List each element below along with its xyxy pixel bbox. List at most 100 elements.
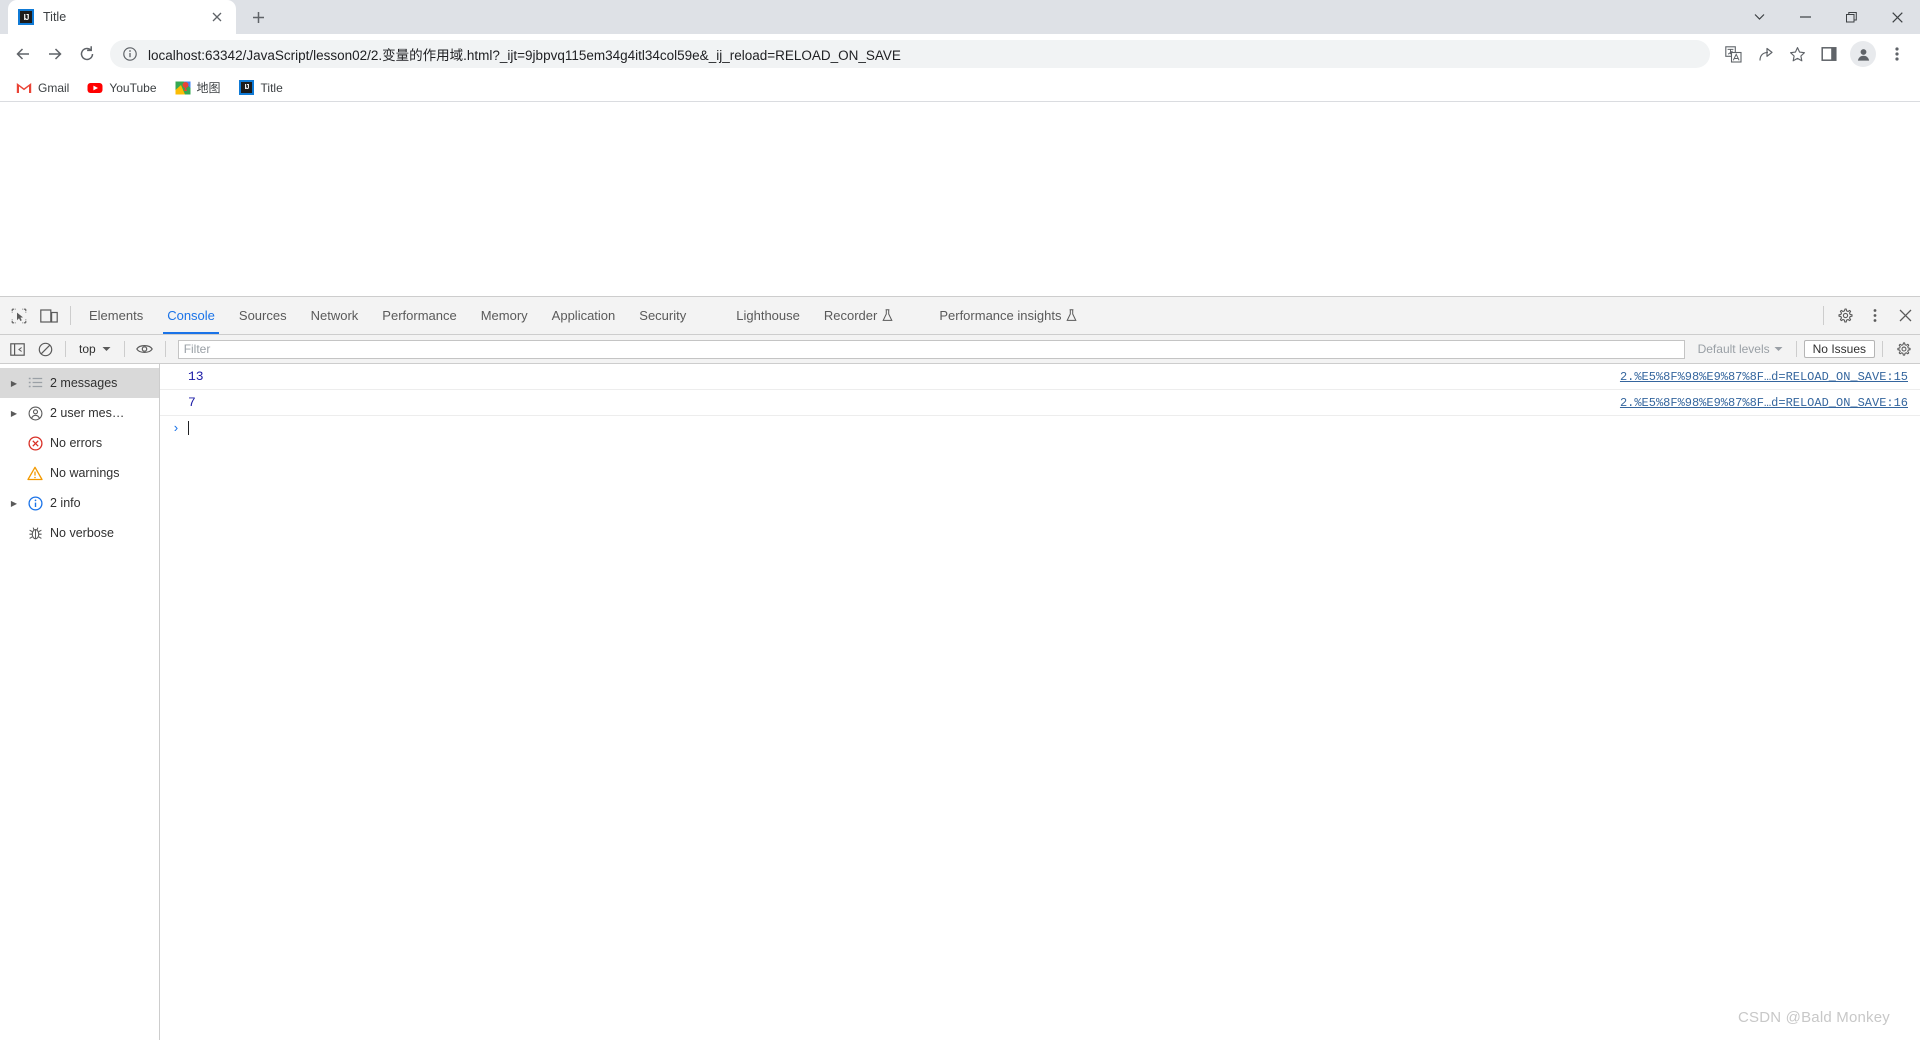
sidebar-item-label: No warnings bbox=[50, 466, 120, 480]
text-cursor bbox=[187, 421, 189, 435]
console-filter-input[interactable]: Filter bbox=[177, 339, 1685, 359]
clear-console-icon[interactable] bbox=[32, 338, 58, 360]
toolbar-divider bbox=[1882, 341, 1883, 357]
info-circle-icon bbox=[26, 495, 44, 511]
profile-avatar-icon[interactable] bbox=[1850, 41, 1876, 67]
tab-label: Performance bbox=[382, 308, 457, 323]
address-bar[interactable]: localhost:63342/JavaScript/lesson02/2.变量… bbox=[110, 40, 1710, 68]
browser-window: IJ Title localhost:63342/JavaScript/less… bbox=[0, 0, 1920, 1040]
devtools-tab-performance-insights[interactable]: Performance insights bbox=[927, 297, 1089, 334]
toolbar-divider bbox=[1795, 341, 1797, 357]
gmail-icon bbox=[16, 80, 32, 96]
bookmark-item-youtube[interactable]: YouTube bbox=[79, 77, 164, 99]
devtools-tab-application[interactable]: Application bbox=[540, 297, 628, 334]
address-bar-url: localhost:63342/JavaScript/lesson02/2.变量… bbox=[148, 48, 901, 63]
back-arrow-icon[interactable] bbox=[8, 39, 38, 69]
toolbar-divider bbox=[65, 341, 66, 357]
youtube-icon bbox=[87, 80, 103, 96]
device-toolbar-icon[interactable] bbox=[34, 297, 64, 334]
console-message-value: 7 bbox=[188, 395, 196, 410]
bookmarks-bar: Gmail YouTube 地图 IJ Title bbox=[0, 74, 1920, 102]
page-viewport bbox=[0, 102, 1920, 296]
tab-label: Console bbox=[167, 308, 215, 323]
google-maps-icon bbox=[175, 80, 191, 96]
close-window-icon[interactable] bbox=[1874, 0, 1920, 34]
bookmark-label: Title bbox=[260, 80, 283, 95]
devtools-tab-sources[interactable]: Sources bbox=[227, 297, 299, 334]
translate-icon[interactable] bbox=[1718, 39, 1748, 69]
toolbar-divider bbox=[70, 306, 71, 325]
devtools-tab-security[interactable]: Security bbox=[627, 297, 698, 334]
share-icon[interactable] bbox=[1750, 39, 1780, 69]
sidebar-item-verbose[interactable]: No verbose bbox=[0, 518, 159, 548]
bookmark-item-title[interactable]: IJ Title bbox=[231, 77, 291, 99]
tab-label: Network bbox=[310, 308, 359, 323]
window-controls bbox=[1736, 0, 1920, 34]
minimize-icon[interactable] bbox=[1782, 0, 1828, 34]
tab-search-chevron-down-icon[interactable] bbox=[1736, 0, 1782, 34]
experiment-flask-icon bbox=[1066, 309, 1078, 322]
execution-context-select[interactable]: top bbox=[73, 341, 117, 357]
sidebar-item-label: No verbose bbox=[50, 526, 114, 540]
list-icon bbox=[26, 377, 44, 389]
devtools-tab-elements[interactable]: Elements bbox=[77, 297, 155, 334]
tab-label: Security bbox=[639, 308, 687, 323]
devtools-tab-console[interactable]: Console bbox=[155, 297, 227, 334]
prompt-caret-icon: › bbox=[172, 420, 180, 436]
devtools-tab-memory[interactable]: Memory bbox=[469, 297, 540, 334]
tab-strip: IJ Title bbox=[0, 0, 1920, 34]
devtools-tab-bar: Elements Console Sources Network Perform… bbox=[0, 297, 1920, 335]
toolbar-actions bbox=[1718, 39, 1912, 69]
devtools-tab-performance[interactable]: Performance bbox=[370, 297, 468, 334]
live-expression-eye-icon[interactable] bbox=[132, 338, 158, 360]
sidebar-item-messages[interactable]: ▶ 2 messages bbox=[0, 368, 159, 398]
side-panel-icon[interactable] bbox=[1814, 39, 1844, 69]
reload-icon[interactable] bbox=[72, 39, 102, 69]
inspect-element-icon[interactable] bbox=[4, 297, 34, 334]
bug-icon bbox=[26, 526, 44, 541]
forward-arrow-icon[interactable] bbox=[40, 39, 70, 69]
bookmark-item-maps[interactable]: 地图 bbox=[167, 76, 229, 99]
console-message-row[interactable]: 7 2.%E5%8F%98%E9%87%8F…d=RELOAD_ON_SAVE:… bbox=[160, 390, 1920, 416]
console-message-value: 13 bbox=[188, 369, 204, 384]
chrome-menu-icon[interactable] bbox=[1882, 39, 1912, 69]
console-prompt[interactable]: › bbox=[160, 416, 1920, 440]
tab-label: Sources bbox=[238, 308, 287, 323]
restore-icon[interactable] bbox=[1828, 0, 1874, 34]
console-message-source-link[interactable]: 2.%E5%8F%98%E9%87%8F…d=RELOAD_ON_SAVE:16 bbox=[1620, 396, 1908, 410]
issues-button[interactable]: No Issues bbox=[1803, 340, 1875, 358]
console-sidebar-toggle-icon[interactable] bbox=[4, 338, 30, 360]
info-circle-icon[interactable] bbox=[122, 46, 138, 62]
console-settings-gear-icon[interactable] bbox=[1890, 338, 1916, 360]
devtools-tab-recorder[interactable]: Recorder bbox=[812, 297, 905, 334]
bookmark-item-gmail[interactable]: Gmail bbox=[8, 77, 77, 99]
sidebar-item-label: 2 info bbox=[50, 496, 81, 510]
console-message-source-link[interactable]: 2.%E5%8F%98%E9%87%8F…d=RELOAD_ON_SAVE:15 bbox=[1620, 370, 1908, 384]
tab-label: Application bbox=[551, 308, 616, 323]
console-message-row[interactable]: 13 2.%E5%8F%98%E9%87%8F…d=RELOAD_ON_SAVE… bbox=[160, 364, 1920, 390]
sidebar-item-info[interactable]: ▶ 2 info bbox=[0, 488, 159, 518]
expand-arrow-icon[interactable]: ▶ bbox=[8, 499, 20, 508]
new-tab-button[interactable] bbox=[244, 3, 272, 31]
devtools-tab-network[interactable]: Network bbox=[299, 297, 371, 334]
expand-arrow-icon[interactable]: ▶ bbox=[8, 409, 20, 418]
tab-label: Memory bbox=[480, 308, 528, 323]
log-levels-select[interactable]: Default levels bbox=[1692, 342, 1789, 356]
bookmark-star-icon[interactable] bbox=[1782, 39, 1812, 69]
sidebar-item-errors[interactable]: No errors bbox=[0, 428, 159, 458]
tab-label: Performance insights bbox=[939, 308, 1062, 323]
close-icon[interactable] bbox=[208, 8, 226, 26]
favicon-text: IJ bbox=[23, 12, 30, 22]
sidebar-item-user-messages[interactable]: ▶ 2 user mes… bbox=[0, 398, 159, 428]
more-options-icon[interactable] bbox=[1860, 297, 1890, 334]
tab-label: Recorder bbox=[823, 308, 878, 323]
close-devtools-icon[interactable] bbox=[1890, 297, 1920, 334]
browser-toolbar: localhost:63342/JavaScript/lesson02/2.变量… bbox=[0, 34, 1920, 74]
console-message-list: 13 2.%E5%8F%98%E9%87%8F…d=RELOAD_ON_SAVE… bbox=[160, 364, 1920, 1040]
sidebar-item-warnings[interactable]: No warnings bbox=[0, 458, 159, 488]
devtools-panel: Elements Console Sources Network Perform… bbox=[0, 296, 1920, 1040]
settings-gear-icon[interactable] bbox=[1830, 297, 1860, 334]
expand-arrow-icon[interactable]: ▶ bbox=[8, 379, 20, 388]
browser-tab[interactable]: IJ Title bbox=[8, 0, 236, 34]
devtools-tab-lighthouse[interactable]: Lighthouse bbox=[724, 297, 812, 334]
